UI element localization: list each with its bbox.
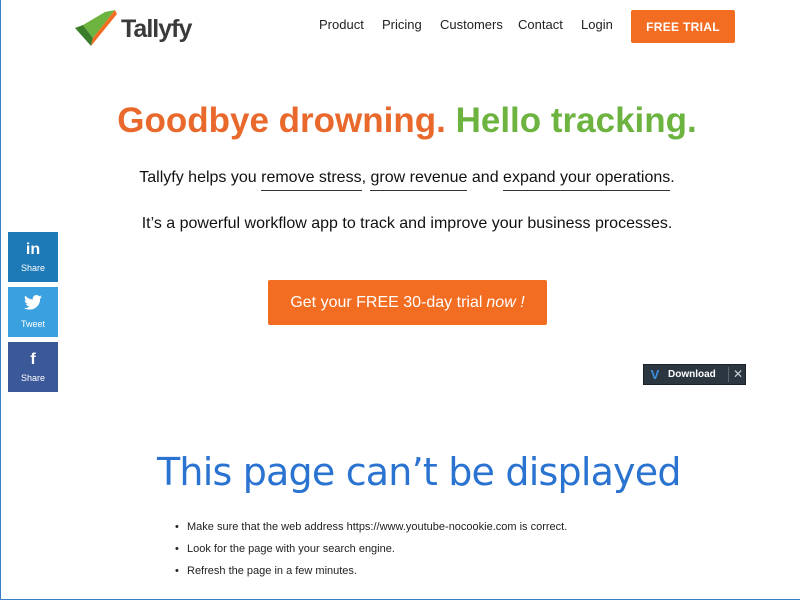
nav-product[interactable]: Product bbox=[319, 17, 364, 32]
page: Tallyfy Product Pricing Customers Contac… bbox=[0, 0, 800, 600]
error-suggestion-item: Make sure that the web address https://w… bbox=[174, 521, 567, 543]
tagline-period: . bbox=[670, 169, 675, 186]
linkedin-share-button[interactable]: in Share bbox=[8, 232, 58, 282]
free-trial-button[interactable]: FREE TRIAL bbox=[631, 10, 735, 43]
error-suggestions-list: Make sure that the web address https://w… bbox=[174, 521, 567, 587]
link-remove-stress[interactable]: remove stress bbox=[261, 169, 362, 191]
headline-part-goodbye: Goodbye drowning. bbox=[117, 101, 446, 140]
video-download-bar[interactable]: V Download ✕ bbox=[643, 364, 746, 385]
linkedin-icon: in bbox=[25, 241, 41, 258]
twitter-tweet-label: Tweet bbox=[20, 319, 45, 329]
link-grow-revenue[interactable]: grow revenue bbox=[370, 169, 468, 191]
error-suggestion-item: Look for the page with your search engin… bbox=[174, 543, 567, 565]
facebook-share-button[interactable]: f Share bbox=[8, 342, 58, 392]
nav-pricing[interactable]: Pricing bbox=[382, 17, 422, 32]
download-logo-icon: V bbox=[650, 367, 660, 382]
nav-login[interactable]: Login bbox=[581, 17, 613, 32]
tagline-and: and bbox=[471, 169, 499, 186]
tagline-prefix: Tallyfy helps you bbox=[139, 169, 257, 186]
checkmark-logo-icon bbox=[75, 8, 119, 48]
close-icon[interactable]: ✕ bbox=[731, 367, 745, 381]
facebook-icon: f bbox=[30, 351, 36, 368]
window-frame-left bbox=[0, 0, 1, 600]
facebook-share-label: Share bbox=[20, 373, 46, 383]
error-suggestion-item: Refresh the page in a few minutes. bbox=[174, 565, 567, 587]
nav-contact[interactable]: Contact bbox=[518, 17, 563, 32]
linkedin-share-label: Share bbox=[20, 263, 46, 273]
cta-main-text: Get your FREE 30-day trial bbox=[290, 293, 483, 311]
link-expand-operations[interactable]: expand your operations bbox=[503, 169, 671, 191]
twitter-icon bbox=[24, 295, 42, 315]
download-label[interactable]: Download bbox=[668, 369, 716, 380]
error-page-title: This page can’t be displayed bbox=[157, 450, 681, 494]
download-divider bbox=[728, 367, 729, 382]
hero-tagline: Tallyfy helps you remove stress, grow re… bbox=[0, 169, 800, 191]
hero-headline: Goodbye drowning. Hello tracking. bbox=[0, 101, 800, 141]
twitter-tweet-button[interactable]: Tweet bbox=[8, 287, 58, 337]
logo-wordmark: Tallyfy bbox=[121, 14, 192, 43]
tallyfy-logo[interactable]: Tallyfy bbox=[75, 8, 192, 48]
tagline-comma: , bbox=[361, 169, 367, 186]
nav-customers[interactable]: Customers bbox=[440, 17, 503, 32]
cta-emphasis-text: now ! bbox=[486, 293, 525, 311]
headline-part-hello: Hello tracking. bbox=[455, 101, 697, 140]
free-trial-cta-button[interactable]: Get your FREE 30-day trial now ! bbox=[268, 280, 547, 325]
hero-description: It’s a powerful workflow app to track an… bbox=[141, 215, 673, 232]
